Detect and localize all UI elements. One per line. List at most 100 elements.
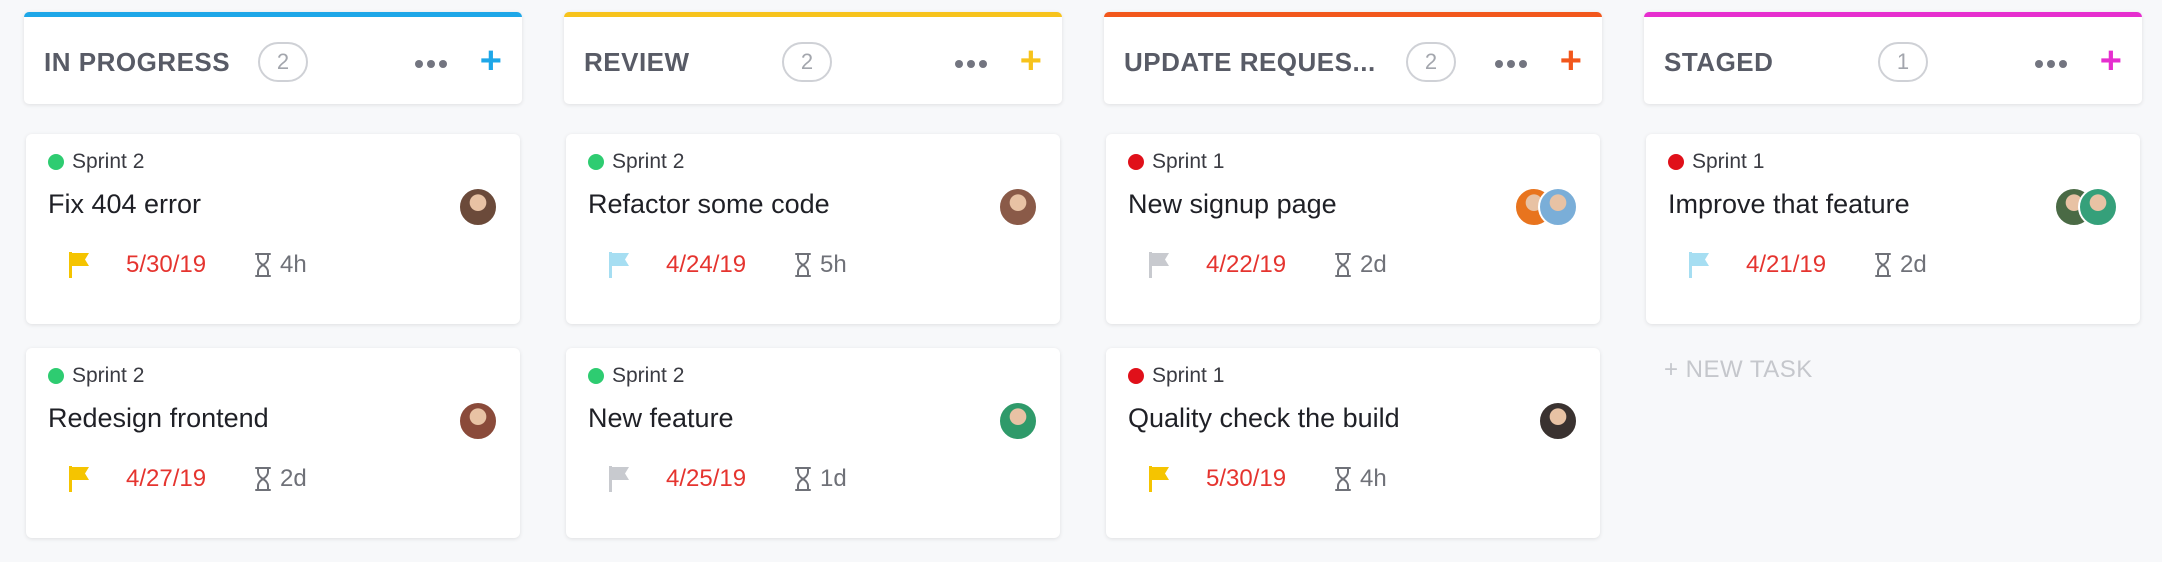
assignee-avatars[interactable]: [1538, 401, 1578, 441]
more-options-icon[interactable]: [1495, 60, 1527, 68]
time-estimate[interactable]: 5h: [794, 251, 847, 279]
due-date[interactable]: 4/21/19: [1746, 251, 1858, 279]
priority-flag-icon[interactable]: [606, 250, 632, 280]
task-meta: 4/25/19 1d: [606, 461, 847, 497]
avatar[interactable]: [998, 187, 1038, 227]
sprint-label: Sprint 1: [1152, 150, 1225, 173]
time-estimate-value: 4h: [1360, 465, 1387, 492]
dot: [1519, 60, 1527, 68]
dot: [427, 60, 435, 68]
avatar[interactable]: [1538, 187, 1578, 227]
task-title[interactable]: Improve that feature: [1668, 189, 1910, 220]
dot: [979, 60, 987, 68]
task-count-badge: 2: [782, 42, 832, 82]
task-card[interactable]: Sprint 2 Refactor some code 4/24/19 5h: [566, 134, 1060, 324]
due-date[interactable]: 5/30/19: [1206, 465, 1318, 493]
add-task-icon[interactable]: +: [1560, 41, 1582, 81]
priority-flag-icon[interactable]: [1686, 250, 1712, 280]
task-card[interactable]: Sprint 2 Fix 404 error 5/30/19 4h: [26, 134, 520, 324]
due-date[interactable]: 5/30/19: [126, 251, 238, 279]
add-task-icon[interactable]: +: [2100, 41, 2122, 81]
more-options-icon[interactable]: [415, 60, 447, 68]
sprint-tag: Sprint 2: [588, 364, 684, 388]
column-title: UPDATE REQUES...: [1124, 47, 1376, 77]
priority-flag-icon[interactable]: [606, 464, 632, 494]
time-estimate[interactable]: 2d: [1874, 251, 1927, 279]
avatar[interactable]: [998, 401, 1038, 441]
task-card[interactable]: Sprint 1 Quality check the build 5/30/19 4h: [1106, 348, 1600, 538]
column-update-reques: UPDATE REQUES... 2 + Sprint 1 New signup pag…: [1104, 12, 1602, 538]
task-title[interactable]: Redesign frontend: [48, 403, 269, 434]
sprint-status-dot: [48, 368, 64, 384]
avatar[interactable]: [2078, 187, 2118, 227]
sprint-tag: Sprint 2: [48, 150, 144, 174]
more-options-icon[interactable]: [2035, 60, 2067, 68]
time-estimate-value: 2d: [1360, 251, 1387, 278]
task-title[interactable]: Refactor some code: [588, 189, 830, 220]
assignee-avatars[interactable]: [458, 187, 498, 227]
sprint-label: Sprint 2: [612, 150, 685, 173]
time-estimate[interactable]: 2d: [254, 465, 307, 493]
time-estimate-value: 1d: [820, 465, 847, 492]
task-meta: 4/21/19 2d: [1686, 247, 1927, 283]
more-options-icon[interactable]: [955, 60, 987, 68]
due-date[interactable]: 4/25/19: [666, 465, 778, 493]
time-estimate[interactable]: 2d: [1334, 251, 1387, 279]
task-count-badge: 1: [1878, 42, 1928, 82]
due-date[interactable]: 4/27/19: [126, 465, 238, 493]
priority-flag-icon[interactable]: [1146, 464, 1172, 494]
avatar[interactable]: [1538, 401, 1578, 441]
due-date[interactable]: 4/22/19: [1206, 251, 1318, 279]
assignee-avatars[interactable]: [2054, 187, 2118, 227]
avatar[interactable]: [458, 401, 498, 441]
priority-flag-icon[interactable]: [66, 250, 92, 280]
kanban-board: IN PROGRESS 2 + Sprint 2 Fix 404 error 5/30/1…: [0, 0, 2162, 562]
assignee-avatars[interactable]: [998, 187, 1038, 227]
new-task-button[interactable]: + NEW TASK: [1664, 356, 1813, 384]
column-header: IN PROGRESS 2 +: [24, 12, 522, 104]
dot: [955, 60, 963, 68]
dot: [1495, 60, 1503, 68]
sprint-label: Sprint 1: [1692, 150, 1765, 173]
task-title[interactable]: Quality check the build: [1128, 403, 1400, 434]
dot: [415, 60, 423, 68]
time-estimate[interactable]: 1d: [794, 465, 847, 493]
priority-flag-icon[interactable]: [1146, 250, 1172, 280]
avatar[interactable]: [458, 187, 498, 227]
hourglass-icon: [255, 467, 271, 491]
due-date[interactable]: 4/24/19: [666, 251, 778, 279]
sprint-status-dot: [588, 154, 604, 170]
task-meta: 5/30/19 4h: [66, 247, 307, 283]
sprint-label: Sprint 2: [72, 150, 145, 173]
task-title[interactable]: New feature: [588, 403, 734, 434]
assignee-avatars[interactable]: [1514, 187, 1578, 227]
assignee-avatars[interactable]: [998, 401, 1038, 441]
column-title: IN PROGRESS: [44, 47, 231, 77]
column-title: REVIEW: [584, 47, 690, 77]
column-header: UPDATE REQUES... 2 +: [1104, 12, 1602, 104]
task-card[interactable]: Sprint 1 Improve that feature 4/21/19 2d: [1646, 134, 2140, 324]
time-estimate-value: 4h: [280, 251, 307, 278]
task-title[interactable]: New signup page: [1128, 189, 1337, 220]
sprint-tag: Sprint 1: [1128, 364, 1224, 388]
task-count-badge: 2: [258, 42, 308, 82]
task-card[interactable]: Sprint 1 New signup page 4/22/19 2d: [1106, 134, 1600, 324]
time-estimate-value: 2d: [1900, 251, 1927, 278]
dot: [2035, 60, 2043, 68]
priority-flag-icon[interactable]: [66, 464, 92, 494]
dot: [439, 60, 447, 68]
add-task-icon[interactable]: +: [480, 41, 502, 81]
time-estimate[interactable]: 4h: [1334, 465, 1387, 493]
task-meta: 4/27/19 2d: [66, 461, 307, 497]
add-task-icon[interactable]: +: [1020, 41, 1042, 81]
task-title[interactable]: Fix 404 error: [48, 189, 201, 220]
task-card[interactable]: Sprint 2 New feature 4/25/19 1d: [566, 348, 1060, 538]
assignee-avatars[interactable]: [458, 401, 498, 441]
task-card[interactable]: Sprint 2 Redesign frontend 4/27/19 2d: [26, 348, 520, 538]
time-estimate[interactable]: 4h: [254, 251, 307, 279]
hourglass-icon: [1875, 253, 1891, 277]
sprint-tag: Sprint 1: [1668, 150, 1764, 174]
column-header: REVIEW 2 +: [564, 12, 1062, 104]
sprint-label: Sprint 2: [72, 364, 145, 387]
sprint-label: Sprint 1: [1152, 364, 1225, 387]
